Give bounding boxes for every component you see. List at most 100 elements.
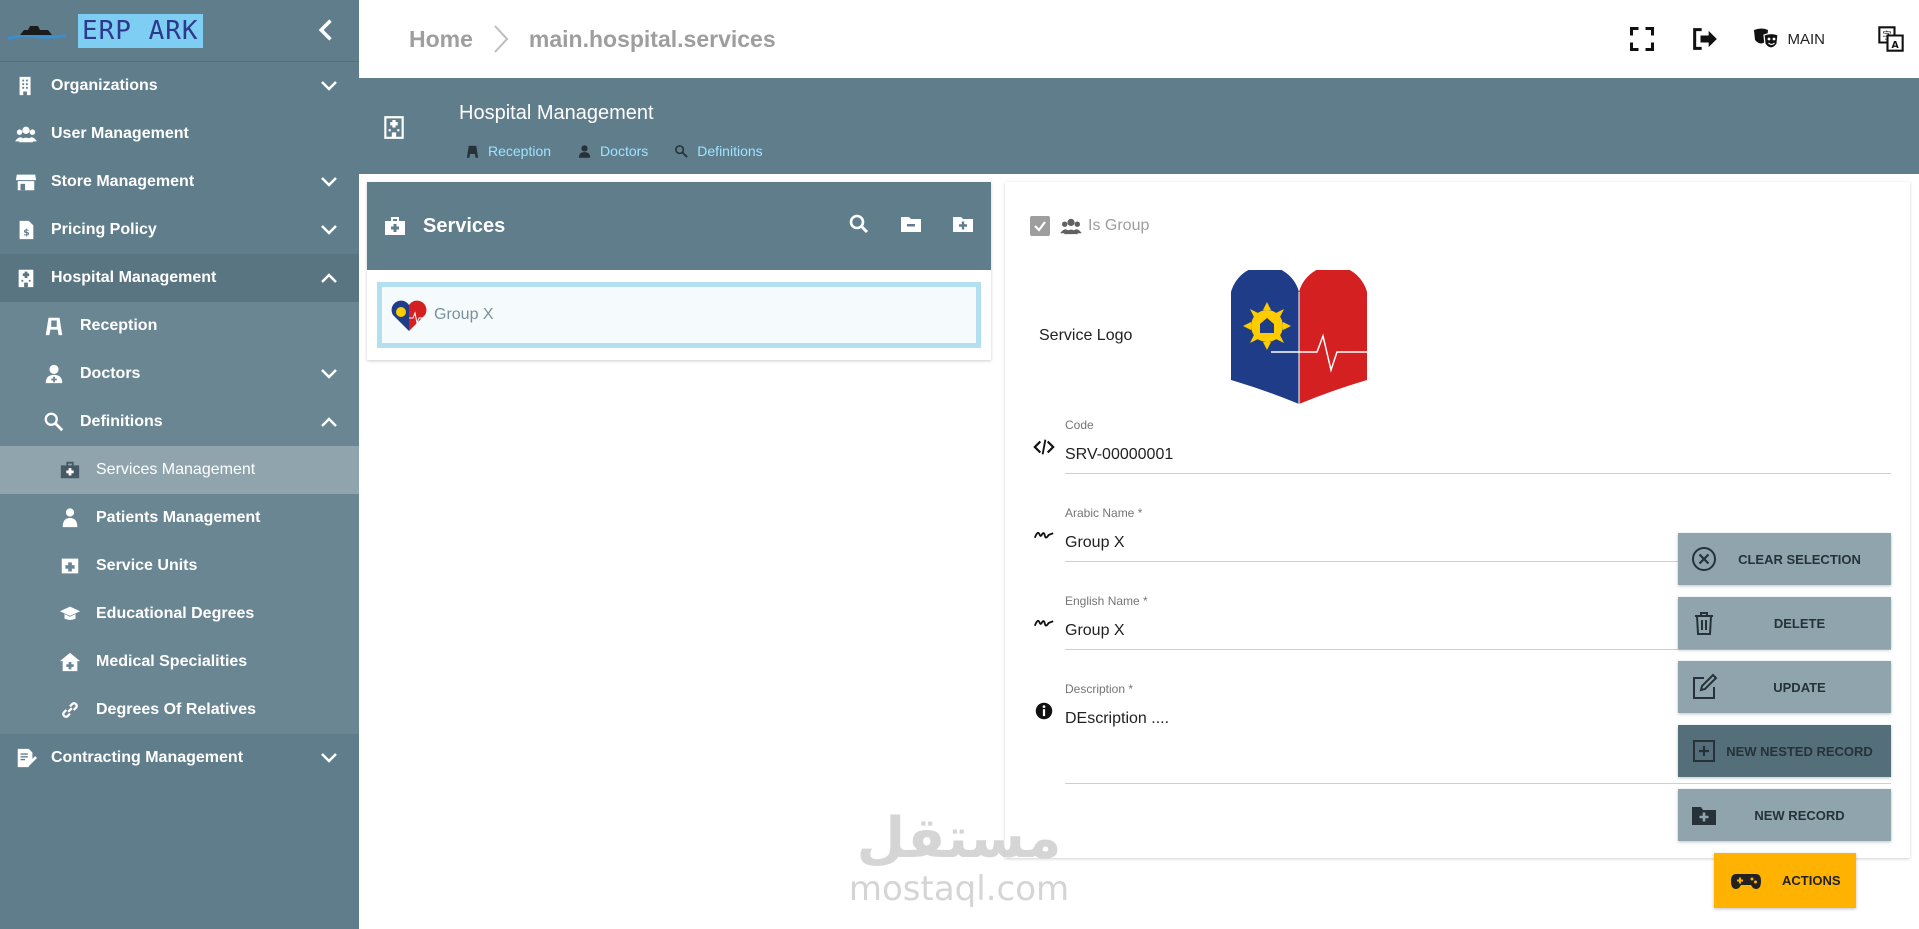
sidebar-item-hospital-management[interactable]: Hospital Management: [0, 254, 359, 302]
update-button[interactable]: UPDATE: [1678, 661, 1891, 713]
header-link-doctors[interactable]: Doctors: [577, 143, 648, 159]
header-link-label: Definitions: [697, 143, 763, 159]
info-icon: [1035, 702, 1053, 720]
contract-icon: [14, 746, 38, 770]
svg-text:字: 字: [1882, 29, 1891, 41]
service-logo-thumbnail: [391, 300, 427, 331]
is-group-checkbox[interactable]: [1030, 216, 1050, 236]
sidebar-item-label: Educational Degrees: [96, 605, 255, 622]
doctor-icon: [42, 362, 66, 386]
sidebar-item-degrees-of-relatives[interactable]: Degrees Of Relatives: [0, 686, 359, 734]
watermark: مستقل mostaql.com: [842, 806, 1076, 909]
pricing-icon: $: [14, 218, 38, 242]
header-link-definitions[interactable]: Definitions: [674, 143, 763, 159]
sidebar-item-label: Patients Management: [96, 509, 261, 526]
services-title: Services: [423, 214, 506, 237]
sidebar-item-educational-degrees[interactable]: Educational Degrees: [0, 590, 359, 638]
sidebar-item-service-units[interactable]: Service Units: [0, 542, 359, 590]
sidebar-item-definitions[interactable]: Definitions: [0, 398, 359, 446]
actions-button[interactable]: ACTIONS: [1714, 853, 1856, 908]
sidebar-item-store-management[interactable]: Store Management: [0, 158, 359, 206]
search-icon: [42, 410, 66, 434]
services-panel: Services Group X: [367, 182, 991, 360]
sidebar-item-contracting-management[interactable]: Contracting Management: [0, 734, 359, 782]
chevron-down-icon: [321, 753, 337, 763]
medkit-icon: [58, 458, 82, 482]
arabic-name-value: Group X: [1065, 534, 1125, 551]
english-name-label: English Name *: [1065, 594, 1148, 608]
sidebar-item-reception[interactable]: Reception: [0, 302, 359, 350]
sidebar-item-services-management[interactable]: Services Management: [0, 446, 359, 494]
chevron-down-icon: [321, 177, 337, 187]
chevron-down-icon: [321, 81, 337, 91]
signature-icon: [1033, 619, 1054, 627]
main-label[interactable]: MAIN: [1788, 31, 1826, 48]
service-logo-image[interactable]: [1231, 270, 1367, 404]
sidebar-item-label: Degrees Of Relatives: [96, 701, 257, 718]
folder-plus-icon[interactable]: [951, 212, 975, 236]
service-logo-label: Service Logo: [1039, 327, 1133, 344]
chevron-up-icon: [321, 273, 337, 283]
new-nested-record-button[interactable]: NEW NESTED RECORD: [1678, 725, 1891, 777]
reception-icon: [42, 314, 66, 338]
list-item-label: Group X: [434, 306, 494, 323]
delete-button[interactable]: DELETE: [1678, 597, 1891, 649]
building-icon: [14, 74, 38, 98]
breadcrumb-home[interactable]: Home: [409, 26, 473, 53]
sidebar-item-label: Store Management: [51, 173, 195, 190]
sidebar-nav: Organizations User Management Store Mana…: [0, 62, 359, 782]
clear-selection-button[interactable]: CLEAR SELECTION: [1678, 533, 1891, 585]
sidebar-item-user-management[interactable]: User Management: [0, 110, 359, 158]
chevron-down-icon: [321, 369, 337, 379]
folder-plus-icon: [1692, 807, 1716, 825]
svg-text:A: A: [1891, 40, 1899, 51]
trash-icon: [1695, 612, 1713, 635]
app-logo-text: ERP ARK: [78, 13, 203, 48]
sidebar-item-doctors[interactable]: Doctors: [0, 350, 359, 398]
new-record-button[interactable]: NEW RECORD: [1678, 789, 1891, 841]
graduation-icon: [58, 602, 82, 626]
sidebar-item-label: Doctors: [80, 365, 141, 382]
sidebar-item-label: Hospital Management: [51, 269, 217, 286]
search-icon: [675, 144, 689, 158]
services-panel-header: Services: [367, 182, 991, 270]
arabic-name-label: Arabic Name *: [1065, 506, 1143, 520]
actions-label: ACTIONS: [1782, 873, 1841, 888]
description-label: Description *: [1065, 682, 1134, 696]
theater-masks-icon[interactable]: [1752, 25, 1780, 53]
english-name-value: Group X: [1065, 622, 1125, 639]
topbar: Home main.hospital.services MAIN 字A: [359, 0, 1919, 78]
patient-icon: [58, 506, 82, 530]
sidebar-item-organizations[interactable]: Organizations: [0, 62, 359, 110]
folder-minus-icon[interactable]: [899, 212, 923, 236]
clinic-icon: [58, 650, 82, 674]
logo-bar: ERP ARK: [0, 0, 359, 62]
header-link-reception[interactable]: Reception: [465, 143, 551, 159]
list-item[interactable]: Group X: [377, 282, 981, 348]
translate-icon[interactable]: 字A: [1877, 25, 1905, 53]
ship-logo-icon: [8, 25, 66, 40]
collapse-sidebar-icon[interactable]: [313, 16, 341, 44]
module-header: Hospital Management Reception Doctors De…: [359, 78, 1919, 174]
search-icon[interactable]: [847, 212, 871, 236]
sidebar-item-medical-specialities[interactable]: Medical Specialities: [0, 638, 359, 686]
code-field[interactable]: Code SRV-00000001: [1065, 418, 1891, 474]
doctor-icon: [578, 144, 591, 158]
fullscreen-icon[interactable]: [1628, 25, 1656, 53]
users-icon: [14, 122, 38, 146]
hospital-icon: [14, 266, 38, 290]
sidebar-item-pricing-policy[interactable]: $ Pricing Policy: [0, 206, 359, 254]
gamepad-icon: [1731, 873, 1761, 889]
logout-icon[interactable]: [1690, 25, 1718, 53]
module-title: Hospital Management: [459, 102, 654, 124]
chevron-up-icon: [321, 417, 337, 427]
breadcrumb-current: main.hospital.services: [528, 25, 776, 52]
breadcrumb-separator-icon: [494, 25, 509, 53]
header-link-label: Doctors: [600, 143, 649, 159]
watermark-arabic: مستقل: [856, 806, 1062, 871]
sidebar-item-patients-management[interactable]: Patients Management: [0, 494, 359, 542]
chevron-down-icon: [321, 225, 337, 235]
sidebar-item-label: User Management: [51, 125, 189, 142]
is-group-label: Is Group: [1088, 217, 1150, 234]
sidebar-item-label: Contracting Management: [51, 749, 244, 766]
